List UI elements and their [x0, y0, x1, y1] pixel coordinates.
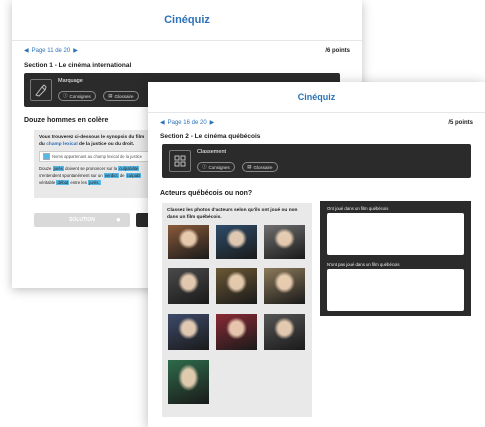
word-highlighted[interactable]: verdict	[103, 173, 119, 178]
glossary-label: Glossaire	[114, 93, 134, 99]
lexical-field-link[interactable]: champ lexical	[46, 142, 77, 147]
app-title: Cinéquiz	[12, 0, 362, 41]
word[interactable]: s'entendent spontanément sur un	[39, 173, 103, 178]
photo-actor-7[interactable]	[168, 314, 209, 350]
instruction-suffix: de la justice ou du droit.	[79, 142, 135, 147]
lightbulb-icon: ●	[116, 215, 121, 224]
instruction-text: Classez les photos d'acteurs selon qu'il…	[167, 208, 298, 220]
photo-actor-3[interactable]	[264, 225, 305, 259]
prev-page-icon[interactable]: ◀	[160, 119, 165, 126]
instruction-line2: du champ lexical de la justice ou du dro…	[39, 141, 155, 148]
sort-grid-icon	[169, 150, 191, 172]
word[interactable]: véritable	[39, 180, 55, 185]
photo-actor-10[interactable]	[168, 360, 209, 404]
points-label: /6 points	[325, 47, 350, 54]
word-highlighted[interactable]: culpabilité	[118, 166, 140, 171]
glossary-chip[interactable]: ▤ Glossaire	[103, 91, 139, 101]
book-icon: ▤	[247, 164, 252, 169]
drop-zones-panel: Ont joué dans un film québécois N'ont pa…	[320, 201, 471, 316]
instruction-line1: Vous trouverez ci-dessous le synopsis du…	[39, 135, 145, 140]
legend-label: Noms appartenant au champ lexical de la …	[52, 154, 143, 159]
word[interactable]: de	[120, 173, 125, 178]
legend-swatch	[43, 153, 50, 160]
photo-actor-8[interactable]	[216, 314, 257, 350]
page-indicator: Page 11 de 20	[31, 47, 71, 54]
prev-page-icon[interactable]: ◀	[24, 47, 29, 54]
word-highlighted[interactable]: culpabi	[125, 173, 142, 178]
page-indicator: Page 16 de 20	[167, 119, 207, 126]
next-page-icon[interactable]: ▶	[210, 119, 215, 126]
pager-row: ◀ Page 16 de 20 ▶ /5 points	[148, 119, 485, 127]
question-title: Acteurs québécois ou non?	[160, 190, 253, 197]
page-navigator[interactable]: ◀ Page 16 de 20 ▶	[160, 119, 215, 127]
front-quiz-window: Cinéquiz ◀ Page 16 de 20 ▶ /5 points Sec…	[148, 82, 485, 427]
word[interactable]: entre les	[70, 180, 86, 185]
question-panel: Vous trouverez ci-dessous le synopsis du…	[34, 130, 160, 198]
tool-bar: Classement ⓘ Consignes ▤ Glossaire	[162, 144, 471, 178]
glossary-chip[interactable]: ▤ Glossaire	[242, 162, 278, 172]
page-navigator[interactable]: ◀ Page 11 de 20 ▶	[24, 47, 78, 55]
solution-label: SOLUTION	[69, 217, 95, 223]
book-icon: ▤	[108, 93, 113, 98]
instructions-label: Consignes	[208, 164, 230, 170]
drop-zone-label: Ont joué dans un film québécois	[327, 206, 389, 211]
word[interactable]: Douze	[39, 166, 51, 171]
instruction-prefix: du	[39, 142, 45, 147]
glossary-label: Glossaire	[253, 164, 273, 170]
photo-actor-5[interactable]	[216, 268, 257, 304]
instructions-chip[interactable]: ⓘ Consignes	[58, 91, 96, 101]
section-title: Section 2 - Le cinéma québécois	[160, 133, 261, 140]
instructions-chip[interactable]: ⓘ Consignes	[197, 162, 235, 172]
section-title: Section 1 - Le cinéma international	[24, 62, 132, 69]
synopsis-text: Douze jurés doivent se prononcer sur la …	[39, 165, 155, 186]
photo-actor-1[interactable]	[168, 225, 209, 259]
drop-zone-label: N'ont pas joué dans un film québécois	[327, 262, 400, 267]
info-icon: ⓘ	[63, 93, 68, 98]
instructions-label: Consignes	[69, 93, 91, 99]
photo-actor-4[interactable]	[168, 268, 209, 304]
photo-pool-panel: Classez les photos d'acteurs selon qu'il…	[162, 203, 312, 417]
legend-row[interactable]: Noms appartenant au champ lexical de la …	[39, 151, 155, 162]
word[interactable]: doivent se prononcer sur la	[65, 166, 117, 171]
next-page-icon[interactable]: ▶	[73, 47, 78, 54]
photo-actor-2[interactable]	[216, 225, 257, 259]
word-highlighted[interactable]: jurés	[52, 166, 64, 171]
photo-actor-9[interactable]	[264, 314, 305, 350]
word-highlighted[interactable]: débat	[56, 180, 70, 185]
drop-zone-quebec[interactable]	[327, 213, 464, 255]
word-highlighted[interactable]: jurés.	[88, 180, 101, 185]
drop-zone-not-quebec[interactable]	[327, 269, 464, 311]
photo-actor-6[interactable]	[264, 268, 305, 304]
info-icon: ⓘ	[202, 164, 207, 169]
points-label: /5 points	[448, 119, 473, 126]
pager-row: ◀ Page 11 de 20 ▶ /6 points	[12, 47, 362, 55]
app-title: Cinéquiz	[148, 82, 485, 113]
marker-icon	[30, 79, 52, 101]
